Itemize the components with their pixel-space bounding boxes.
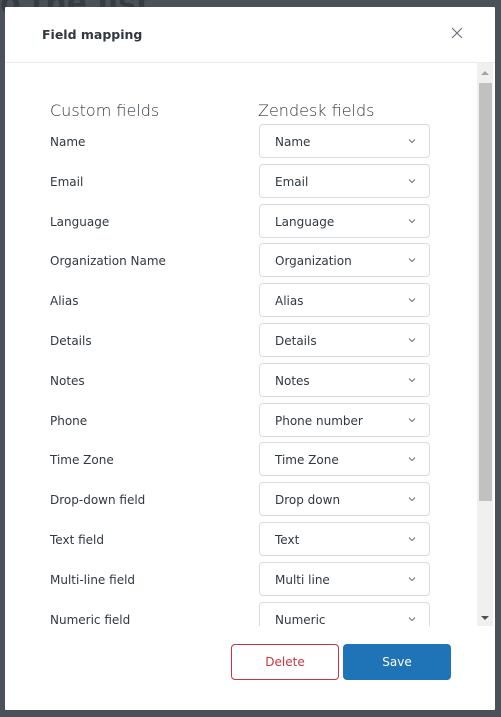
zendesk-field-select[interactable]: Name xyxy=(259,124,430,158)
scrollbar-thumb[interactable] xyxy=(479,83,492,501)
mapping-row: Alias Alias xyxy=(5,283,475,323)
custom-field-label: Name xyxy=(50,135,86,149)
mapping-row: Multi-line field Multi line xyxy=(5,561,475,602)
select-value: Details xyxy=(275,333,317,348)
mapping-row: Name Name xyxy=(5,124,475,164)
mapping-row: Email Email xyxy=(5,163,475,204)
zendesk-field-select[interactable]: Numeric xyxy=(259,601,430,626)
zendesk-field-select[interactable]: Drop down xyxy=(259,482,430,517)
mapping-row: Language Language xyxy=(5,203,475,244)
custom-field-label: Language xyxy=(50,214,110,229)
modal-title: Field mapping xyxy=(42,27,143,42)
chevron-down-icon xyxy=(408,338,416,343)
modal-body: Custom fields Zendesk fields Name Name E… xyxy=(5,63,495,626)
custom-field-label: Organization Name xyxy=(50,254,166,269)
mapping-row: Phone Phone number xyxy=(5,402,475,443)
zendesk-fields-header: Zendesk fields xyxy=(258,101,375,120)
chevron-down-icon xyxy=(408,178,416,184)
zendesk-field-select[interactable]: Details xyxy=(259,322,430,357)
custom-field-label: Phone xyxy=(50,413,88,428)
select-value: Email xyxy=(275,174,309,189)
chevron-down-icon xyxy=(408,218,416,223)
custom-field-label: Time Zone xyxy=(50,453,114,468)
chevron-down-icon xyxy=(408,457,416,462)
select-value: Language xyxy=(275,214,335,229)
custom-fields-header: Custom fields xyxy=(50,101,160,120)
chevron-down-icon xyxy=(408,258,416,263)
mapping-row: Notes Notes xyxy=(5,362,475,403)
mapping-row: Drop-down field Drop down xyxy=(5,482,475,522)
chevron-down-icon xyxy=(408,417,416,422)
select-value: Alias xyxy=(275,294,304,309)
zendesk-field-select[interactable]: Alias xyxy=(259,283,430,318)
zendesk-field-select[interactable]: Organization xyxy=(259,243,430,278)
modal-footer: Delete Save xyxy=(5,626,495,710)
select-value: Numeric xyxy=(275,612,326,626)
select-value: Text xyxy=(275,532,300,547)
chevron-down-icon xyxy=(408,537,416,542)
modal-header: Field mapping xyxy=(5,7,495,63)
chevron-down-icon xyxy=(408,377,416,382)
mapping-row: Details Details xyxy=(5,322,475,363)
chevron-down-icon xyxy=(408,616,416,621)
select-value: Organization xyxy=(275,254,352,269)
field-mapping-modal: Field mapping Custom fields Zendesk fiel… xyxy=(5,7,495,710)
custom-field-label: Numeric field xyxy=(50,612,131,626)
zendesk-field-select[interactable]: Language xyxy=(259,203,430,238)
chevron-down-icon xyxy=(408,139,416,144)
custom-field-label: Email xyxy=(50,174,84,189)
zendesk-field-select[interactable]: Text xyxy=(259,521,430,556)
scrollbar[interactable] xyxy=(477,63,493,626)
triangle-down-icon xyxy=(481,616,489,620)
save-button[interactable]: Save xyxy=(343,644,451,680)
zendesk-field-select[interactable]: Time Zone xyxy=(259,442,430,477)
close-button[interactable] xyxy=(449,25,465,41)
chevron-down-icon xyxy=(408,298,416,303)
delete-button[interactable]: Delete xyxy=(231,644,339,680)
scroll-up-button[interactable] xyxy=(477,65,493,81)
chevron-down-icon xyxy=(408,576,416,581)
custom-field-label: Multi-line field xyxy=(50,572,136,587)
select-value: Multi line xyxy=(275,572,330,587)
mapping-row: Organization Name Organization xyxy=(5,243,475,283)
select-value: Time Zone xyxy=(275,453,339,468)
custom-field-label: Details xyxy=(50,333,92,348)
zendesk-field-select[interactable]: Phone number xyxy=(259,402,430,437)
select-value: Name xyxy=(275,135,311,149)
column-headers: Custom fields Zendesk fields xyxy=(50,101,450,125)
close-icon xyxy=(451,27,463,39)
custom-field-label: Drop-down field xyxy=(50,493,146,508)
mapping-row: Time Zone Time Zone xyxy=(5,442,475,482)
select-value: Phone number xyxy=(275,413,363,428)
mapping-list: Name Name Email Email Language Language … xyxy=(5,124,475,626)
zendesk-field-select[interactable]: Multi line xyxy=(259,561,430,596)
custom-field-label: Text field xyxy=(50,532,104,547)
zendesk-field-select[interactable]: Notes xyxy=(259,362,430,397)
select-value: Notes xyxy=(275,373,310,388)
custom-field-label: Alias xyxy=(50,294,79,309)
scroll-down-button[interactable] xyxy=(477,610,493,626)
custom-field-label: Notes xyxy=(50,373,85,388)
mapping-row: Numeric field Numeric xyxy=(5,601,475,626)
triangle-up-icon xyxy=(481,71,489,75)
mapping-row: Text field Text xyxy=(5,521,475,562)
select-value: Drop down xyxy=(275,493,341,508)
chevron-down-icon xyxy=(408,497,416,502)
zendesk-field-select[interactable]: Email xyxy=(259,163,430,198)
